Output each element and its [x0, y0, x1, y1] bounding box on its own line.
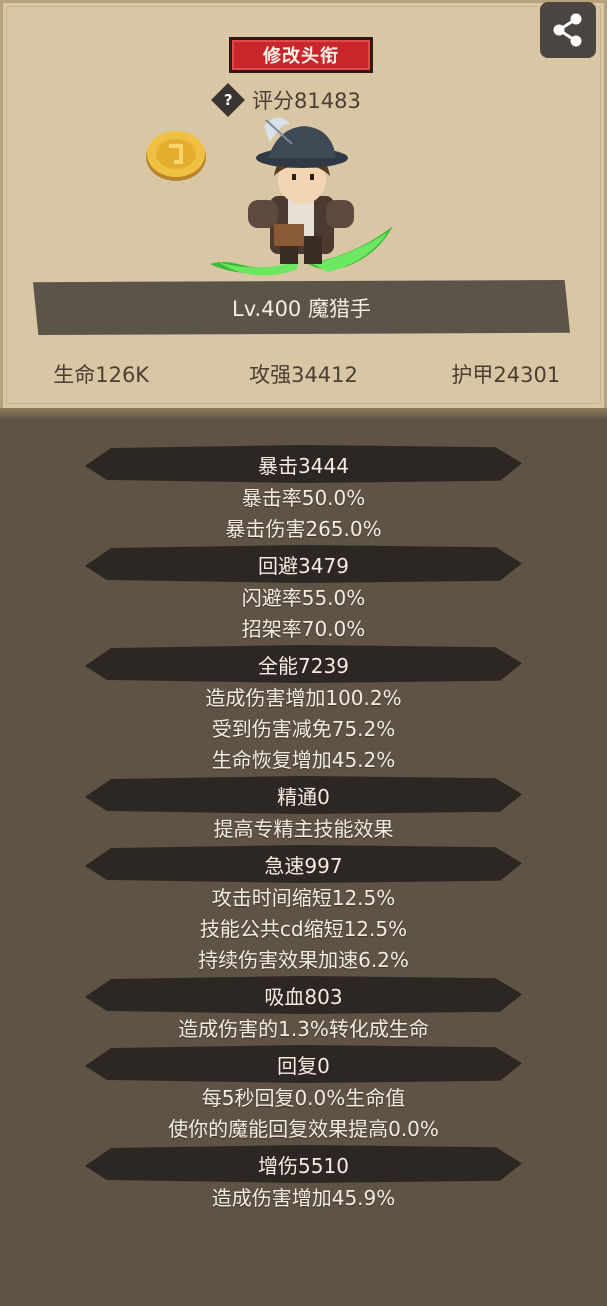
stat-detail-line: 技能公共cd缩短12.5% [199, 917, 408, 941]
stat-group-header: 精通0 [85, 776, 522, 814]
panel-divider [0, 408, 607, 420]
stat-detail-line: 暴击伤害265.0% [225, 517, 382, 541]
stat-detail-line: 攻击时间缩短12.5% [211, 886, 396, 910]
stat-detail-line: 持续伤害效果加速6.2% [198, 948, 409, 972]
hero-character[interactable] [208, 114, 398, 292]
stat-group-header: 回复0 [85, 1045, 522, 1083]
stat-group: 吸血803 造成伤害的1.3%转化成生命 [0, 976, 607, 1045]
stat-group: 全能7239 造成伤害增加100.2% 受到伤害减免75.2% 生命恢复增加45.2% [0, 645, 607, 776]
stat-detail-line: 生命恢复增加45.2% [211, 748, 396, 772]
armor-stat: 护甲24301 [451, 363, 561, 387]
hp-stat: 生命126K [53, 363, 150, 387]
core-stats: 生命126K 攻强34412 护甲24301 [0, 356, 607, 392]
stat-group-header: 回避3479 [85, 545, 522, 583]
share-icon [553, 13, 582, 47]
secondary-stats-list: 暴击3444 暴击率50.0% 暴击伤害265.0% 回避3479 闪避率55.0% 招架… [0, 445, 607, 1214]
stat-detail-line: 提高专精主技能效果 [213, 817, 394, 841]
stat-group-header: 全能7239 [85, 645, 522, 683]
stat-detail-line: 暴击率50.0% [241, 486, 366, 510]
stat-detail-line: 造成伤害的1.3%转化成生命 [178, 1017, 429, 1041]
level-name-bar: Lv.400 魔猎手 [33, 280, 570, 335]
stat-group: 增伤5510 造成伤害增加45.9% [0, 1145, 607, 1214]
share-button[interactable] [540, 2, 596, 58]
score-value: 评分81483 [252, 89, 361, 113]
stat-detail-line: 造成伤害增加100.2% [205, 686, 402, 710]
stat-detail-line: 每5秒回复0.0%生命值 [201, 1086, 406, 1110]
stat-group-header: 增伤5510 [85, 1145, 522, 1183]
stat-group: 精通0 提高专精主技能效果 [0, 776, 607, 845]
stat-detail-line: 闪避率55.0% [241, 586, 366, 610]
stat-group: 回避3479 闪避率55.0% 招架率70.0% [0, 545, 607, 645]
stat-detail-line: 使你的魔能回复效果提高0.0% [168, 1117, 439, 1141]
stat-group: 回复0 每5秒回复0.0%生命值使你的魔能回复效果提高0.0% [0, 1045, 607, 1145]
stat-group: 急速997 攻击时间缩短12.5% 技能公共cd缩短12.5% 持续伤害效果加速6.2… [0, 845, 607, 976]
stat-group-header: 吸血803 [85, 976, 522, 1014]
stat-group-header: 暴击3444 [85, 445, 522, 483]
edit-title-button[interactable]: 修改头衔 [229, 37, 373, 73]
stat-detail-line: 造成伤害增加45.9% [211, 1186, 396, 1210]
score-row: ? 评分81483 [211, 83, 361, 117]
help-icon[interactable]: ? [211, 83, 245, 117]
coin-icon[interactable] [145, 128, 207, 182]
stat-detail-line: 受到伤害减免75.2% [211, 717, 396, 741]
stat-detail-line: 招架率70.0% [241, 617, 366, 641]
stat-group: 暴击3444 暴击率50.0% 暴击伤害265.0% [0, 445, 607, 545]
stat-group-header: 急速997 [85, 845, 522, 883]
attack-stat: 攻强34412 [249, 363, 358, 387]
